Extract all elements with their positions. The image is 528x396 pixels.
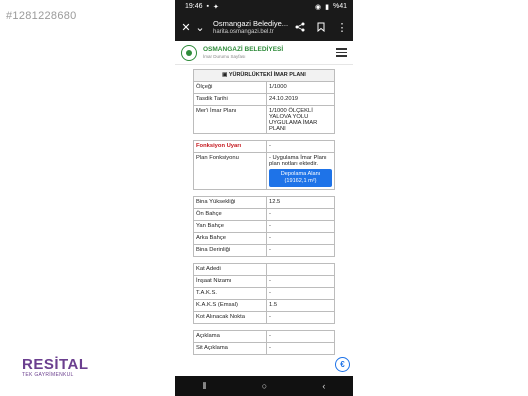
table-row: Tasdik Tarihi 24.10.2019 — [193, 93, 335, 106]
menu-icon[interactable] — [336, 48, 347, 57]
close-icon[interactable]: ✕ — [179, 20, 193, 34]
plan-heading: ▣ YÜRÜRLÜKTEKİ İMAR PLANI — [193, 69, 335, 82]
share-icon[interactable] — [293, 20, 307, 34]
site-header: OSMANGAZİ BELEDİYESİ İmar Durumu Sayfası — [175, 41, 353, 65]
listing-id: #1281228680 — [6, 10, 77, 22]
table-row: T.A.K.S. - — [193, 287, 335, 300]
table-row: Kot Alınacak Nokta - — [193, 311, 335, 324]
walk-icon: ✦ — [213, 3, 219, 11]
building-table: Kat Adedi İnşaat Nizamı - T.A.K.S. - K.A.K… — [193, 263, 335, 324]
table-row: Plan Fonksiyonu - Uygulama İmar Planı pl… — [193, 152, 335, 190]
plan-table: ▣ YÜRÜRLÜKTEKİ İMAR PLANI Ölçeği 1/1000 T… — [193, 69, 335, 134]
chevron-down-icon[interactable]: ⌄ — [193, 20, 207, 34]
home-icon[interactable]: ○ — [262, 381, 267, 391]
android-navbar: ⦀ ○ ‹ — [175, 376, 353, 396]
notification-icon: ▪ — [206, 3, 210, 10]
status-bar: 19:46 ▪ ✦ ◉ ▮ %41 — [175, 0, 353, 13]
bookmark-icon[interactable] — [314, 20, 328, 34]
storage-area-button[interactable]: Depolama Alanı (19162,1 m²) — [269, 168, 332, 187]
table-row: Kat Adedi — [193, 263, 335, 276]
table-row: Ölçeği 1/1000 — [193, 81, 335, 94]
page-title: Osmangazi Belediye... — [213, 19, 289, 28]
browser-topbar: 19:46 ▪ ✦ ◉ ▮ %41 ✕ ⌄ Osmangazi Belediye… — [175, 0, 353, 41]
function-warning-value: - — [266, 140, 335, 153]
table-row: Arka Bahçe - — [193, 232, 335, 245]
page-url: harita.osmangazi.bel.tr — [213, 29, 274, 35]
table-row: Mer'i İmar Planı 1/1000 ÖLÇEKLİ YALOVA YO… — [193, 105, 335, 134]
site-name: OSMANGAZİ BELEDİYESİ — [203, 46, 284, 53]
function-table: Fonksiyon Uyarı - Plan Fonksiyonu - Uygu… — [193, 140, 335, 190]
table-row: Bina Yüksekliği 12.5 — [193, 196, 335, 209]
brand-name: RESİTAL — [22, 356, 89, 373]
more-vert-icon[interactable]: ⋮ — [335, 20, 349, 34]
municipality-logo-icon — [181, 44, 197, 61]
battery-percent: %41 — [332, 3, 347, 10]
status-time: 19:46 — [185, 3, 203, 10]
site-subtitle: İmar Durumu Sayfası — [203, 54, 246, 59]
table-row: Açıklama - — [193, 330, 335, 343]
brand-watermark: RESİTAL TEK GAYRİMENKUL — [22, 356, 89, 378]
phone-screen: 19:46 ▪ ✦ ◉ ▮ %41 ✕ ⌄ Osmangazi Belediye… — [175, 0, 353, 396]
wifi-icon: ◉ — [315, 3, 322, 11]
page-title-block[interactable]: Osmangazi Belediye... harita.osmangazi.b… — [213, 19, 293, 35]
notes-table: Açıklama - Sit Açıklama - — [193, 330, 335, 355]
signal-icon: ▮ — [325, 3, 329, 11]
table-row: Fonksiyon Uyarı - — [193, 140, 335, 153]
table-row: İnşaat Nizamı - — [193, 275, 335, 288]
plan-function-value: - Uygulama İmar Planı plan notları ekted… — [269, 154, 327, 167]
dimensions-table: Bina Yüksekliği 12.5 Ön Bahçe - Yan Bahçe -… — [193, 196, 335, 257]
back-icon[interactable]: ‹ — [322, 381, 325, 391]
table-row: Sit Açıklama - — [193, 342, 335, 355]
table-row: Yan Bahçe - — [193, 220, 335, 233]
table-row: K.A.K.S (Emsal) 1.5 — [193, 299, 335, 312]
browser-tabbar: ✕ ⌄ Osmangazi Belediye... harita.osmanga… — [175, 13, 353, 41]
table-row: Bina Derinliği - — [193, 244, 335, 257]
table-row: Ön Bahçe - — [193, 208, 335, 221]
accessibility-icon[interactable]: € — [335, 357, 350, 372]
function-warning-label: Fonksiyon Uyarı — [193, 140, 267, 153]
plan-function-label: Plan Fonksiyonu — [193, 152, 267, 190]
zoning-content: ▣ YÜRÜRLÜKTEKİ İMAR PLANI Ölçeği 1/1000 T… — [175, 65, 353, 355]
recent-apps-icon[interactable]: ⦀ — [203, 381, 207, 392]
